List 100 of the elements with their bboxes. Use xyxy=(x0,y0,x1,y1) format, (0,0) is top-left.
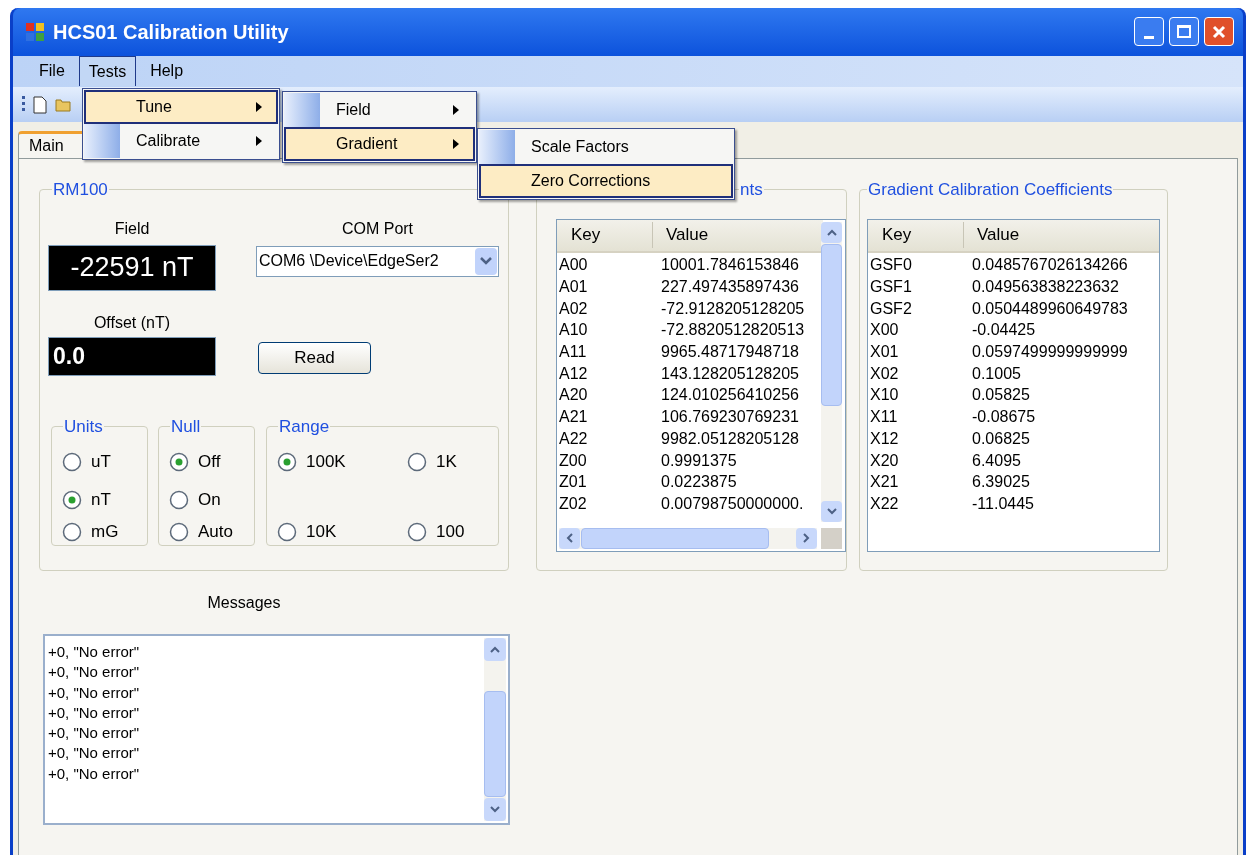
table-cell-text: Z02 xyxy=(558,495,588,512)
message-line: +0, "No error" xyxy=(48,682,141,703)
message-line: +0, "No error" xyxy=(48,662,141,683)
menu-item[interactable]: Gradient xyxy=(284,127,475,161)
scrollbar-thumb[interactable] xyxy=(581,527,769,549)
scrollbar-corner xyxy=(821,527,842,549)
vertical-scrollbar[interactable] xyxy=(484,638,506,821)
table-cell-text: -0.08675 xyxy=(971,409,1036,426)
down-chevron-icon xyxy=(826,507,837,515)
scroll-right-button[interactable] xyxy=(796,527,817,549)
group-title: RM100 xyxy=(52,179,109,201)
table-cell-text: 0.0597499999999999 xyxy=(971,344,1128,361)
table-cell-text: A02 xyxy=(558,300,589,317)
radio-option[interactable]: On xyxy=(169,489,254,511)
radio-option[interactable]: 1K xyxy=(407,451,487,473)
table-cell-text: GSF1 xyxy=(869,279,913,296)
column-header[interactable]: Value xyxy=(653,222,709,248)
radio-icon[interactable] xyxy=(407,522,427,542)
radio-option[interactable]: 100 xyxy=(407,521,487,543)
table-cell-text: X02 xyxy=(869,365,900,382)
menu-item[interactable]: Tests xyxy=(78,56,137,87)
radio-icon[interactable] xyxy=(62,452,82,472)
table-cell-text: X00 xyxy=(869,322,900,339)
up-chevron-icon xyxy=(826,228,837,236)
table-cell-text: 227.497435897436 xyxy=(660,279,799,296)
table-cell-text: 106.769230769231 xyxy=(660,409,799,426)
radio-icon[interactable] xyxy=(407,452,427,472)
table-cell-text: A20 xyxy=(558,387,589,404)
right-chevron-icon xyxy=(803,533,810,543)
message-line: +0, "No error" xyxy=(48,743,141,764)
radio-selected-icon[interactable] xyxy=(62,490,82,510)
new-document-icon[interactable] xyxy=(33,95,47,114)
table-cell-text: -72.9128205128205 xyxy=(660,300,805,317)
vertical-scrollbar[interactable] xyxy=(821,221,842,522)
field-label: Field xyxy=(114,218,150,237)
left-chevron-icon xyxy=(566,533,573,543)
table-cell-text: 0.049563838223632 xyxy=(971,279,1119,296)
table-cell-text: -72.8820512820513 xyxy=(660,322,805,339)
radio-selected-icon[interactable] xyxy=(169,452,189,472)
table-cell-text: X01 xyxy=(869,344,900,361)
minimize-button[interactable] xyxy=(1134,17,1164,47)
radio-icon[interactable] xyxy=(277,522,297,542)
radio-option[interactable]: 10K xyxy=(277,521,407,543)
radio-option[interactable]: mG xyxy=(62,521,147,543)
table-cell-text: 143.128205128205 xyxy=(660,365,799,382)
up-chevron-icon xyxy=(490,646,500,653)
column-header[interactable]: Value xyxy=(964,222,1020,248)
close-icon[interactable] xyxy=(1211,23,1227,40)
table-cell-text: -11.0445 xyxy=(971,495,1034,512)
radio-icon[interactable] xyxy=(169,522,189,542)
field-display: -22591 nT xyxy=(48,244,216,291)
table-cell-text: 0.0223875 xyxy=(660,474,737,491)
table-cell-text: X11 xyxy=(869,409,899,426)
radio-option[interactable]: Off xyxy=(169,451,254,473)
message-line: +0, "No error" xyxy=(48,763,141,784)
group-title: Gradient Calibration Coefficients xyxy=(867,179,1114,201)
radio-icon[interactable] xyxy=(169,490,189,510)
scrollbar-thumb[interactable] xyxy=(484,691,506,797)
table-cell-text: X21 xyxy=(869,474,900,491)
group-title: Null xyxy=(170,415,202,438)
offset-display: 0.0 xyxy=(48,336,216,376)
menu-item[interactable]: Tune xyxy=(84,90,278,124)
scrollbar-thumb[interactable] xyxy=(821,243,842,406)
window-title: HCS01 Calibration Utility xyxy=(53,19,289,45)
table-cell-text: X22 xyxy=(869,495,900,512)
menu-item[interactable]: File xyxy=(29,56,75,87)
table-cell-text: A01 xyxy=(558,279,589,296)
menu-item[interactable]: Help xyxy=(140,56,194,87)
table-cell-text: 0.0485767026134266 xyxy=(971,257,1128,274)
radio-icon[interactable] xyxy=(62,522,82,542)
app-icon xyxy=(25,21,45,42)
radio-option[interactable]: nT xyxy=(62,489,147,511)
menu-item[interactable]: Field xyxy=(284,93,475,127)
radio-option[interactable]: Auto xyxy=(169,521,254,543)
column-header[interactable]: Key xyxy=(868,222,964,248)
maximize-button[interactable] xyxy=(1169,17,1199,47)
menu-item[interactable]: Zero Corrections xyxy=(479,164,733,198)
table-cell-text: GSF2 xyxy=(869,300,913,317)
column-header[interactable]: Key xyxy=(557,222,653,248)
messages-label: Messages xyxy=(207,593,281,613)
message-line: +0, "No error" xyxy=(48,723,141,744)
table-cell-text: A22 xyxy=(558,430,589,447)
radio-option[interactable]: uT xyxy=(62,451,147,473)
table-cell-text: 0.05825 xyxy=(971,387,1030,404)
radio-selected-icon[interactable] xyxy=(277,452,297,472)
table-cell-text: X10 xyxy=(869,387,900,404)
radio-option[interactable]: 100K xyxy=(277,451,407,473)
scroll-left-button[interactable] xyxy=(559,527,580,549)
read-button[interactable]: Read xyxy=(258,341,371,374)
scroll-up-button[interactable] xyxy=(484,638,506,661)
table-cell-text: 9982.05128205128 xyxy=(660,430,799,447)
table-cell-text: 124.010256410256 xyxy=(660,387,799,404)
com-port-dropdown[interactable]: COM6 \Device\EdgeSer2 xyxy=(256,245,499,277)
table-cell-text: 10001.7846153846 xyxy=(660,257,799,274)
menu-item[interactable]: Scale Factors xyxy=(479,130,733,164)
scroll-down-button[interactable] xyxy=(821,500,842,522)
scroll-down-button[interactable] xyxy=(484,798,506,821)
scroll-up-button[interactable] xyxy=(821,221,842,243)
close-button[interactable] xyxy=(1204,17,1234,47)
horizontal-scrollbar[interactable] xyxy=(559,527,817,549)
